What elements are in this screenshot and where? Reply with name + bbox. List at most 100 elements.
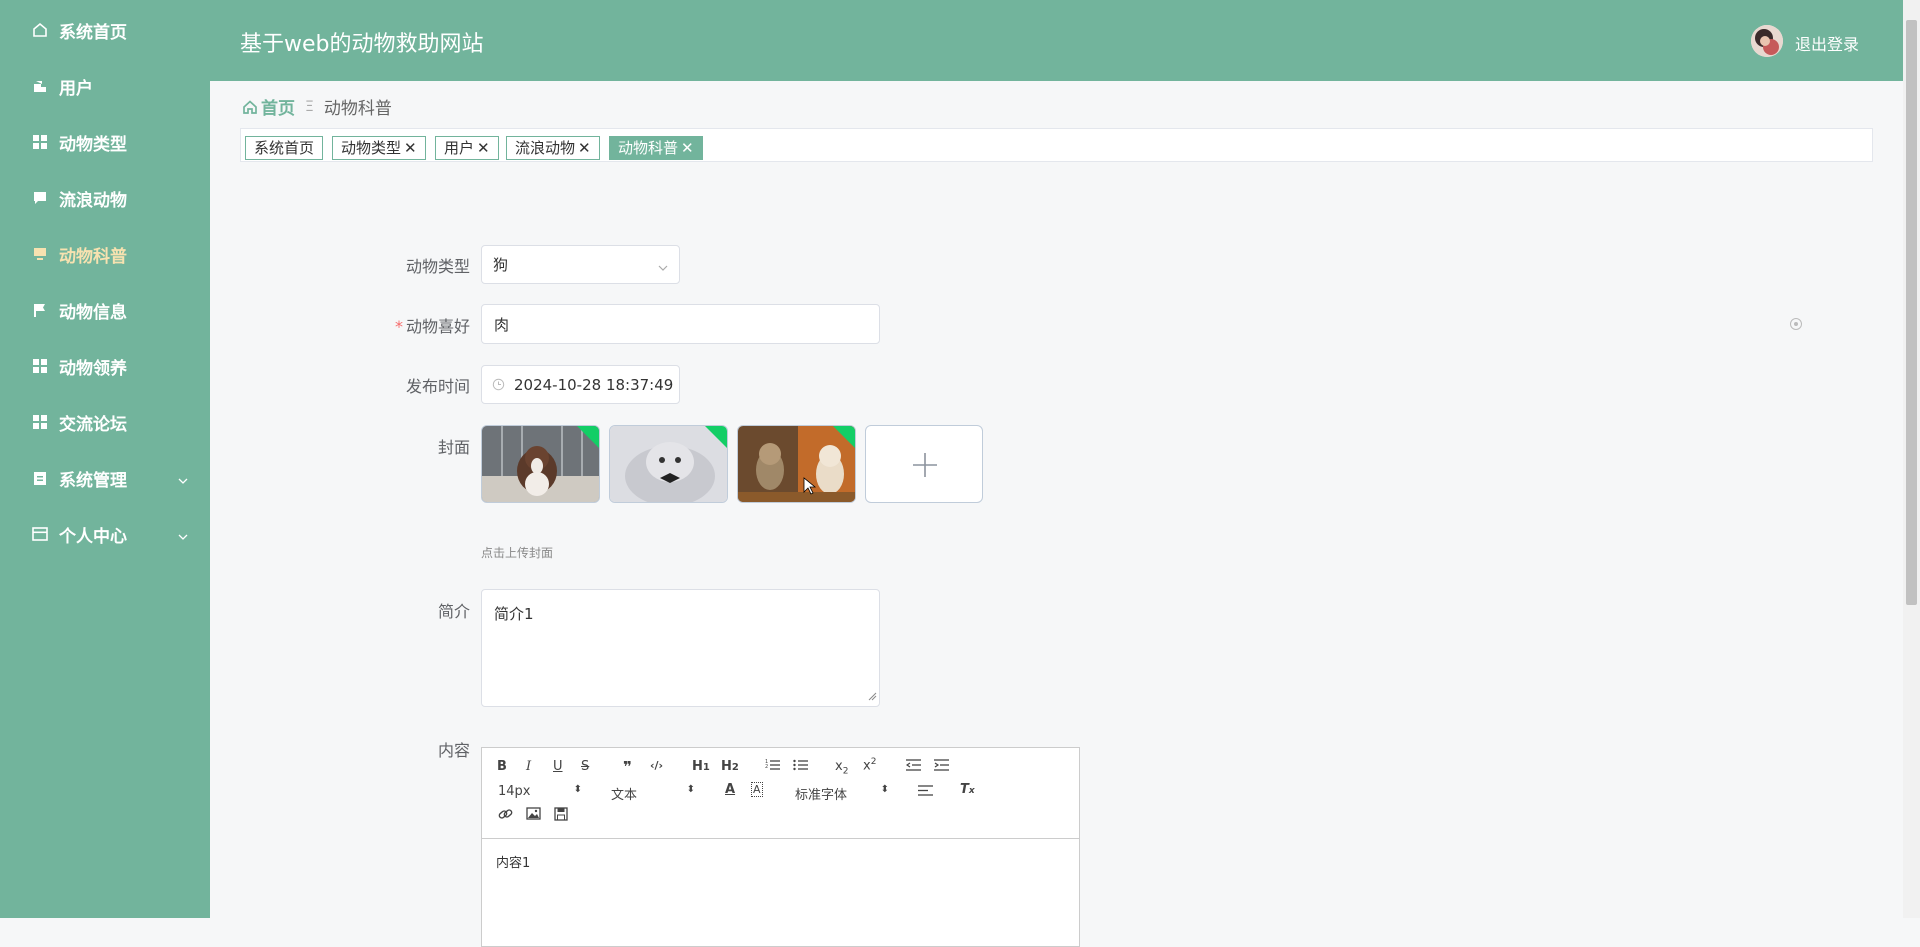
ordered-list-icon[interactable]: 12 [765,758,780,776]
breadcrumb: 首页 Ξ 动物科普 [242,94,392,119]
cover-thumbnail-dog[interactable] [481,425,600,503]
close-icon[interactable]: ✕ [404,139,417,157]
code-block-icon[interactable]: ‹/› [650,759,663,772]
font-color-icon[interactable]: A [725,782,735,797]
indent-icon[interactable] [934,758,949,776]
publish-time-label-text: 发布时间 [405,377,470,396]
upload-hint: 点击上传封面 [481,546,554,560]
font-size-select[interactable]: 14px ⬍ [498,784,582,799]
text-type-select[interactable]: 文本 ⬍ [611,784,695,803]
heading-1-icon[interactable]: H1 [692,759,710,774]
font-family-value: 标准字体 [795,788,848,803]
clock-icon [492,378,505,391]
superscript-icon[interactable]: x2 [863,757,876,773]
tag-home[interactable]: 系统首页 [245,136,324,160]
sort-arrows-icon: ⬍ [686,784,695,795]
grid-icon [31,133,49,151]
editor-content[interactable]: 内容1 [496,852,530,871]
sidebar-item-animal-info[interactable]: 动物信息 [0,288,210,332]
breadcrumb-home-label: 首页 [261,99,295,119]
outdent-icon[interactable] [905,758,921,776]
close-icon[interactable]: ✕ [578,139,591,157]
animal-hobby-value: 肉 [494,315,510,334]
sidebar-item-animal-science[interactable]: 动物科普 [0,232,210,276]
monitor-icon [31,245,49,263]
bold-icon[interactable]: B [497,759,507,774]
sidebar-item-personal-center[interactable]: 个人中心 [0,512,210,556]
heading-2-icon[interactable]: H2 [721,759,739,774]
chevron-down-icon [178,526,188,545]
home-icon [242,99,258,115]
animal-hobby-label-text: 动物喜好 [405,317,470,336]
tag-stray-animal[interactable]: 流浪动物 ✕ [506,136,600,160]
content-label-text: 内容 [437,741,470,760]
sidebar-item-stray-animal[interactable]: 流浪动物 [0,176,210,220]
publish-time-value: 2024-10-28 18:37:49 [514,375,674,394]
bullet-list-icon[interactable] [793,758,808,776]
breadcrumb-separator: Ξ [305,98,314,115]
sidebar: 系统首页 用户 动物类型 流浪动物 动物科普 动物信息 动物领养 交流论坛 系统… [0,0,210,918]
content-label: 内容 [270,737,470,761]
scrollbar-thumb[interactable] [1906,20,1917,605]
publish-time-picker[interactable]: 2024-10-28 18:37:49 [481,365,680,404]
cover-label: 封面 [270,434,470,458]
sidebar-item-forum[interactable]: 交流论坛 [0,400,210,444]
underline-icon[interactable]: U [553,759,563,774]
text-type-value: 文本 [611,788,638,803]
resize-handle-icon[interactable] [868,687,877,705]
animal-type-select[interactable]: 狗 [481,245,680,284]
card-icon [31,525,49,543]
sidebar-item-label: 交流论坛 [59,414,127,435]
close-icon[interactable]: ✕ [477,139,490,157]
avatar[interactable] [1751,25,1783,57]
tag-label: 动物科普 [618,139,679,157]
italic-icon[interactable]: I [526,759,531,774]
scrollbar[interactable] [1903,0,1920,918]
sidebar-item-label: 动物科普 [59,246,127,267]
intro-value: 简介1 [494,605,534,623]
font-family-select[interactable]: 标准字体 ⬍ [795,784,889,803]
background-color-icon[interactable]: A [751,782,763,797]
upload-cover-button[interactable] [865,425,983,503]
sidebar-item-label: 系统首页 [59,22,127,43]
sidebar-item-label: 动物类型 [59,134,127,155]
sidebar-item-label: 流浪动物 [59,190,127,211]
chat-icon [31,189,49,207]
clear-circle-icon[interactable] [1789,316,1803,335]
chevron-down-icon [657,259,669,277]
close-icon[interactable]: ✕ [681,139,694,157]
tag-animal-type[interactable]: 动物类型 ✕ [332,136,426,160]
sidebar-item-adoption[interactable]: 动物领养 [0,344,210,388]
sidebar-item-system-management[interactable]: 系统管理 [0,456,210,500]
sidebar-item-label: 个人中心 [59,526,127,547]
blockquote-icon[interactable]: ❞ [623,758,632,776]
link-icon[interactable] [498,807,513,825]
tag-label: 用户 [444,139,475,157]
logout-button[interactable]: 退出登录 [1795,31,1859,55]
breadcrumb-current: 动物科普 [323,99,392,119]
animal-type-label: 动物类型 [270,253,470,277]
editor-toolbar: B I U S ❞ ‹/› H1 H2 12 x2 x2 14px ⬍ 文本 ⬍ A… [482,748,1079,839]
cover-thumbnail-kittens[interactable] [737,425,856,503]
video-icon[interactable] [554,807,568,825]
intro-textarea[interactable]: 简介1 [481,589,880,707]
align-icon[interactable] [918,784,933,801]
sidebar-item-label: 用户 [59,78,93,99]
clipboard-icon [31,469,49,487]
image-icon[interactable] [526,807,541,824]
grid-icon [31,413,49,431]
intro-label-text: 简介 [437,602,470,621]
cover-thumbnail-cat-grey[interactable] [609,425,728,503]
breadcrumb-home[interactable]: 首页 [242,94,295,119]
strikethrough-icon[interactable]: S [581,759,589,774]
clear-format-icon[interactable]: Tx [960,782,975,797]
tag-animal-science[interactable]: 动物科普 ✕ [609,136,703,160]
sidebar-item-animal-type[interactable]: 动物类型 [0,120,210,164]
grid-icon [31,357,49,375]
subscript-icon[interactable]: x2 [835,759,848,777]
tag-label: 流浪动物 [515,139,576,157]
animal-hobby-input[interactable]: 肉 [481,304,880,344]
sidebar-item-home[interactable]: 系统首页 [0,8,210,52]
sidebar-item-user[interactable]: 用户 [0,64,210,108]
tag-user[interactable]: 用户 ✕ [435,136,499,160]
